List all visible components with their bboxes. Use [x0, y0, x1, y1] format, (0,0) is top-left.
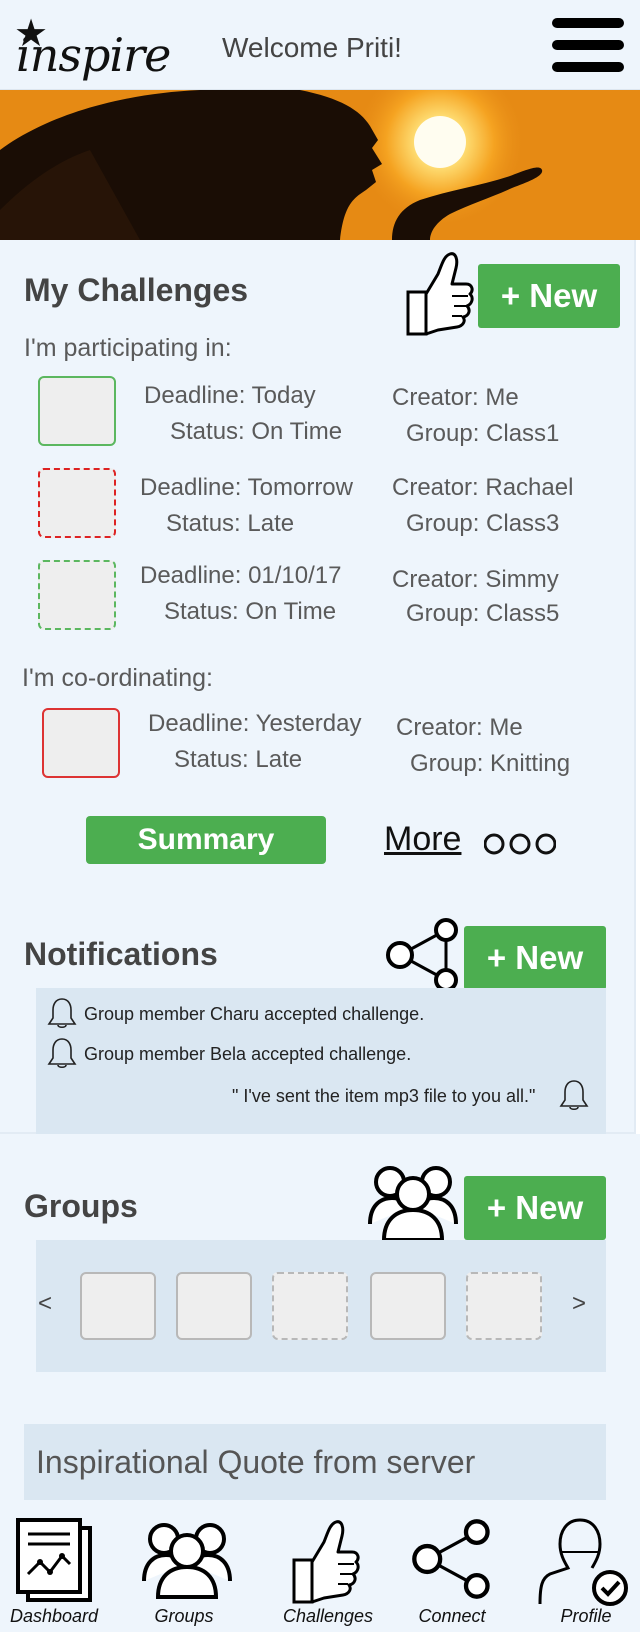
challenges-title: My Challenges	[24, 272, 249, 308]
challenge-status: Status: Late	[166, 510, 295, 537]
notification-item[interactable]: Group member Bela accepted challenge.	[84, 1044, 411, 1065]
challenge-status: Status: On Time	[164, 598, 337, 625]
coordinating-label: I'm co-ordinating:	[22, 664, 213, 692]
challenge-thumbnail[interactable]	[38, 376, 116, 446]
quote-text: Inspirational Quote from server	[36, 1444, 476, 1480]
challenge-status: Status: Late	[174, 746, 303, 773]
groups-icon	[142, 1523, 232, 1599]
group-thumbnail[interactable]	[80, 1272, 156, 1340]
hamburger-menu-icon[interactable]	[552, 16, 624, 76]
nav-label: Dashboard	[9, 1606, 99, 1626]
nav-connect[interactable]: Connect	[384, 1514, 512, 1632]
groups-icon	[368, 1166, 458, 1242]
carousel-prev-arrow[interactable]: <	[38, 1290, 52, 1318]
challenge-group: Group: Class1	[406, 420, 560, 447]
thumbs-up-icon	[406, 252, 474, 336]
participating-label: I'm participating in:	[24, 334, 232, 362]
challenge-deadline: Deadline: Today	[144, 382, 316, 409]
challenge-group: Group: Knitting	[410, 750, 571, 777]
groups-carousel: < >	[36, 1240, 606, 1372]
challenge-creator: Creator: Me	[396, 714, 523, 741]
nav-groups[interactable]: Groups	[128, 1514, 256, 1632]
challenge-thumbnail[interactable]	[42, 708, 120, 778]
group-thumbnail[interactable]	[370, 1272, 446, 1340]
bottom-navigation: Dashboard Groups Challenges Connect Prof…	[0, 1514, 640, 1632]
challenge-deadline: Deadline: 01/10/17	[140, 562, 342, 589]
nav-label: Profile	[560, 1606, 612, 1626]
notifications-title: Notifications	[24, 936, 218, 972]
group-thumbnail[interactable]	[176, 1272, 252, 1340]
challenge-status: Status: On Time	[170, 418, 343, 445]
nav-label: Connect	[418, 1606, 486, 1626]
inspire-logo[interactable]: ★ inspire	[10, 14, 171, 84]
share-icon	[386, 918, 458, 992]
groups-title: Groups	[24, 1188, 138, 1224]
nav-profile[interactable]: Profile	[512, 1514, 640, 1632]
welcome-message: Welcome Priti!	[222, 32, 402, 63]
notification-item[interactable]: " I've sent the item mp3 file to you all…	[232, 1086, 535, 1107]
notifications-panel: Group member Charu accepted challenge. G…	[36, 988, 606, 1138]
challenge-deadline: Deadline: Yesterday	[148, 710, 362, 737]
summary-button[interactable]: Summary	[86, 816, 326, 864]
challenge-group: Group: Class5	[406, 600, 560, 627]
group-thumbnail-placeholder[interactable]	[466, 1272, 542, 1340]
thumbs-up-icon	[292, 1520, 360, 1604]
more-dots-icon[interactable]	[484, 832, 556, 856]
challenge-thumbnail[interactable]	[38, 468, 116, 538]
share-icon	[412, 1519, 490, 1599]
logo-text: inspire	[16, 28, 171, 82]
dashboard-icon	[16, 1518, 92, 1602]
new-challenge-button[interactable]: + New	[478, 264, 620, 328]
nav-label: Challenges	[282, 1606, 374, 1626]
bell-icon	[47, 1038, 77, 1069]
app-header: ★ inspire Welcome Priti!	[0, 0, 640, 90]
notification-item[interactable]: Group member Charu accepted challenge.	[84, 1004, 424, 1025]
challenge-group: Group: Class3	[406, 510, 560, 537]
bell-icon	[559, 1080, 589, 1111]
hero-banner-image	[0, 90, 640, 240]
nav-label: Groups	[154, 1606, 214, 1626]
challenge-creator: Creator: Simmy	[392, 566, 559, 593]
new-notification-button[interactable]: + New	[464, 926, 606, 990]
more-link[interactable]: More	[384, 820, 461, 859]
challenge-creator: Creator: Me	[392, 384, 519, 411]
bell-icon	[47, 998, 77, 1029]
group-thumbnail-placeholder[interactable]	[272, 1272, 348, 1340]
inspirational-quote-box: Inspirational Quote from server	[24, 1424, 606, 1500]
nav-challenges[interactable]: Challenges	[256, 1514, 384, 1632]
new-group-button[interactable]: + New	[464, 1176, 606, 1240]
nav-dashboard[interactable]: Dashboard	[0, 1514, 128, 1632]
challenge-deadline: Deadline: Tomorrow	[140, 474, 353, 501]
carousel-next-arrow[interactable]: >	[572, 1290, 586, 1318]
challenge-creator: Creator: Rachael	[392, 474, 574, 501]
profile-icon	[538, 1518, 628, 1606]
sunset-silhouette-image	[0, 90, 640, 240]
challenge-thumbnail[interactable]	[38, 560, 116, 630]
